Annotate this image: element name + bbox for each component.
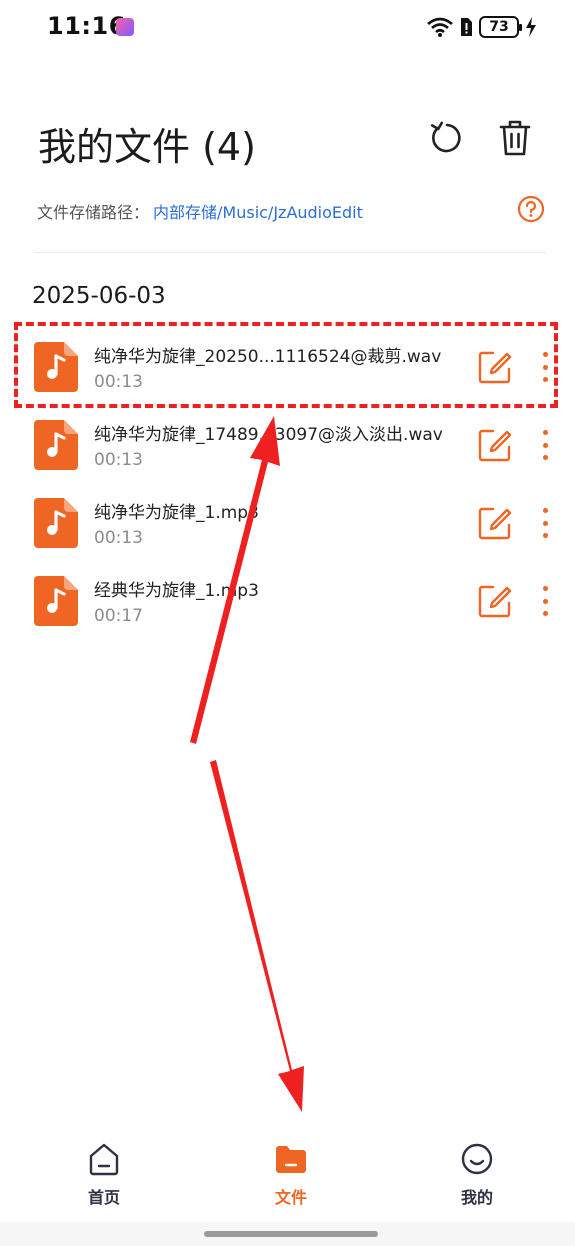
- status-icons: 73: [427, 16, 537, 38]
- file-item[interactable]: 纯净华为旋律_17489...3097@淡入淡出.wav 00:13: [0, 406, 575, 484]
- nav-tab-home[interactable]: 首页: [49, 1142, 159, 1212]
- file-duration: 00:13: [94, 528, 143, 548]
- audio-file-icon: [34, 576, 78, 626]
- smile-icon: [461, 1143, 493, 1175]
- storage-path-link[interactable]: 内部存储/Music/JzAudioEdit: [153, 199, 363, 223]
- file-duration: 00:17: [94, 606, 143, 626]
- file-name: 纯净华为旋律_1.mp3: [94, 503, 259, 523]
- home-indicator[interactable]: [204, 1231, 378, 1237]
- question-circle-icon[interactable]: [517, 195, 545, 223]
- file-name: 经典华为旋律_1.mp3: [94, 581, 259, 601]
- edit-icon[interactable]: [477, 505, 513, 541]
- charging-icon: [526, 17, 536, 37]
- annotation-highlight-first-file: [14, 322, 558, 408]
- trash-icon: [499, 120, 531, 156]
- file-item[interactable]: 纯净华为旋律_1.mp3 00:13: [0, 484, 575, 562]
- sim-alert-icon: [461, 18, 472, 36]
- delete-all-button[interactable]: [495, 118, 535, 158]
- nav-label-mine: 我的: [460, 1188, 493, 1207]
- more-options-button[interactable]: [534, 505, 556, 541]
- file-duration: 00:13: [94, 450, 143, 470]
- nav-label-home: 首页: [87, 1188, 120, 1207]
- app-notification-icon: [116, 18, 134, 36]
- storage-path-label: 文件存储路径：: [37, 203, 150, 222]
- file-name: 纯净华为旋律_17489...3097@淡入淡出.wav: [94, 425, 443, 445]
- nav-tab-files[interactable]: 文件: [236, 1142, 346, 1212]
- folder-icon: [276, 1146, 306, 1173]
- divider: [34, 252, 547, 253]
- file-item[interactable]: 经典华为旋律_1.mp3 00:17: [0, 562, 575, 640]
- annotation-arrow-down: [210, 760, 304, 1112]
- edit-icon[interactable]: [477, 583, 513, 619]
- audio-file-icon: [34, 498, 78, 548]
- edit-icon[interactable]: [477, 427, 513, 463]
- date-group-header: 2025-06-03: [32, 283, 166, 309]
- audio-file-icon: [34, 420, 78, 470]
- status-bar: 11:16 73: [0, 0, 575, 56]
- battery-indicator: 73: [479, 16, 522, 38]
- wifi-icon: [427, 17, 453, 37]
- storage-path: 文件存储路径： 内部存储/Music/JzAudioEdit: [37, 199, 363, 223]
- status-time: 11:16: [47, 12, 126, 40]
- refresh-icon: [430, 121, 461, 153]
- home-icon: [89, 1143, 119, 1176]
- page-title: 我的文件 (4): [38, 125, 256, 169]
- nav-label-files: 文件: [274, 1188, 307, 1207]
- bottom-navigation: 首页 文件 我的: [0, 1130, 575, 1222]
- refresh-button[interactable]: [427, 118, 467, 158]
- more-options-button[interactable]: [534, 427, 556, 463]
- more-options-button[interactable]: [534, 583, 556, 619]
- nav-tab-mine[interactable]: 我的: [422, 1142, 532, 1212]
